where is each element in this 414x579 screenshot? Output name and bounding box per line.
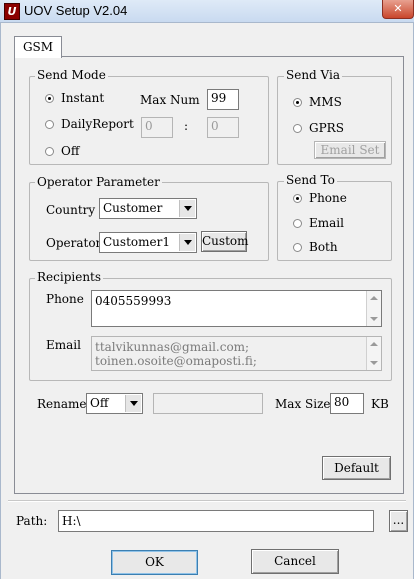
max-num-label: Max Num bbox=[140, 93, 200, 107]
scroll-up-icon bbox=[370, 342, 378, 346]
email-label: Email bbox=[46, 338, 81, 352]
email-line-1: ttalvikunnas@gmail.com; bbox=[95, 340, 250, 354]
radio-both[interactable] bbox=[293, 243, 302, 252]
radio-phone[interactable] bbox=[293, 194, 302, 203]
radio-instant-label: Instant bbox=[61, 91, 105, 105]
email-line-2: toinen.osoite@omaposti.fi; bbox=[95, 354, 257, 368]
radio-email[interactable] bbox=[293, 219, 302, 228]
radio-off-label: Off bbox=[61, 144, 80, 158]
daily-hour-input[interactable]: 0 bbox=[141, 117, 173, 138]
rename-text-input[interactable] bbox=[153, 393, 263, 414]
radio-mms[interactable] bbox=[293, 98, 302, 107]
time-separator: : bbox=[184, 119, 189, 133]
radio-gprs-label: GPRS bbox=[309, 121, 344, 135]
operator-label: Operator bbox=[46, 236, 102, 250]
scroll-down-icon bbox=[370, 317, 378, 321]
max-size-label: Max Size bbox=[275, 397, 331, 411]
path-input[interactable]: H:\ bbox=[58, 510, 374, 532]
radio-email-label: Email bbox=[309, 216, 344, 230]
window-title: UOV Setup V2.04 bbox=[24, 3, 128, 18]
email-set-button[interactable]: Email Set bbox=[314, 141, 386, 159]
radio-both-label: Both bbox=[309, 240, 338, 254]
email-textarea[interactable]: ttalvikunnas@gmail.com; toinen.osoite@om… bbox=[91, 336, 382, 371]
radio-phone-label: Phone bbox=[309, 191, 347, 205]
cancel-button[interactable]: Cancel bbox=[251, 549, 339, 574]
radio-off[interactable] bbox=[45, 147, 54, 156]
phone-scrollbar[interactable] bbox=[366, 291, 381, 326]
phone-label: Phone bbox=[46, 292, 84, 306]
browse-button[interactable]: ... bbox=[389, 510, 408, 532]
rename-dropdown[interactable]: Off bbox=[86, 393, 143, 414]
max-num-input[interactable]: 99 bbox=[207, 89, 239, 110]
radio-mms-label: MMS bbox=[309, 95, 342, 109]
scroll-up-icon bbox=[370, 296, 378, 300]
radio-dailyreport[interactable] bbox=[45, 120, 54, 129]
rename-label: Rename bbox=[37, 397, 87, 411]
operator-dropdown[interactable]: Customer1 bbox=[99, 232, 197, 253]
ok-button[interactable]: OK bbox=[111, 550, 198, 575]
send-via-legend: Send Via bbox=[284, 68, 342, 82]
chevron-down-icon bbox=[125, 395, 141, 412]
radio-dailyreport-label: DailyReport bbox=[61, 117, 134, 131]
recipients-legend: Recipients bbox=[35, 270, 104, 284]
title-bar: U UOV Setup V2.04 ✕ bbox=[0, 0, 414, 23]
operator-parameter-legend: Operator Parameter bbox=[35, 175, 162, 189]
max-size-unit: KB bbox=[371, 397, 389, 411]
path-label: Path: bbox=[16, 514, 48, 528]
radio-instant[interactable] bbox=[45, 94, 54, 103]
email-scrollbar[interactable] bbox=[366, 337, 381, 370]
radio-gprs[interactable] bbox=[293, 124, 302, 133]
chevron-down-icon bbox=[179, 234, 195, 251]
close-button[interactable]: ✕ bbox=[382, 0, 414, 19]
rename-value: Off bbox=[90, 396, 109, 410]
send-to-legend: Send To bbox=[284, 173, 337, 187]
max-size-input[interactable]: 80 bbox=[330, 393, 364, 414]
country-dropdown[interactable]: Customer bbox=[99, 198, 197, 219]
app-icon: U bbox=[4, 3, 20, 20]
country-value: Customer bbox=[103, 201, 163, 215]
send-mode-legend: Send Mode bbox=[35, 68, 108, 82]
country-label: Country bbox=[46, 203, 96, 217]
custom-button[interactable]: Custom bbox=[201, 231, 249, 252]
tab-gsm[interactable]: GSM bbox=[14, 36, 62, 58]
operator-value: Customer1 bbox=[103, 235, 170, 249]
phone-textarea[interactable]: 0405559993 bbox=[91, 290, 382, 327]
scroll-down-icon bbox=[370, 361, 378, 365]
default-button[interactable]: Default bbox=[322, 456, 391, 480]
daily-minute-input[interactable]: 0 bbox=[207, 117, 239, 138]
separator bbox=[8, 500, 406, 502]
phone-value: 0405559993 bbox=[95, 294, 172, 308]
chevron-down-icon bbox=[179, 200, 195, 217]
